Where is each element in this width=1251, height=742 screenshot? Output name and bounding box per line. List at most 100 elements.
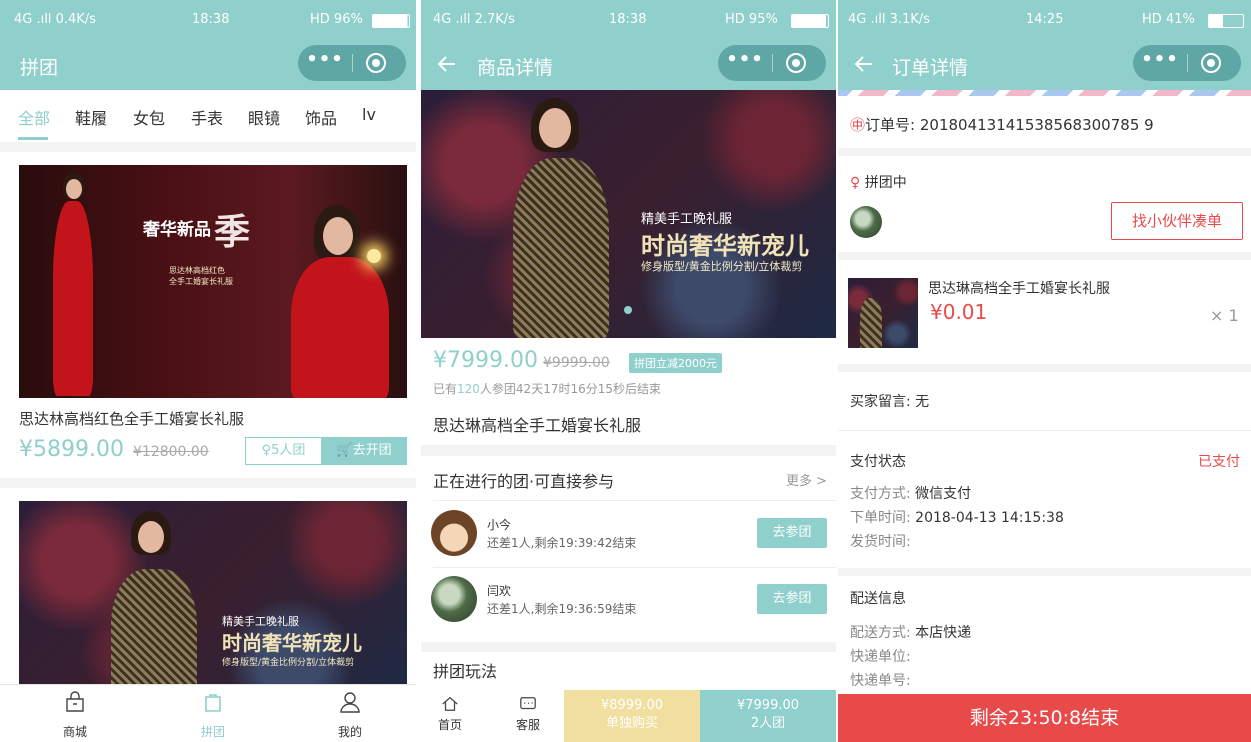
back-arrow-icon[interactable]: [437, 54, 457, 74]
tab-group[interactable]: 拼团: [163, 691, 263, 740]
back-arrow-icon[interactable]: [854, 54, 874, 74]
delivery-method-row: 配送方式: 本店快递: [850, 622, 971, 642]
lamp-glow: [367, 249, 381, 263]
signal-status: 4G .ıll 2.7K/s: [433, 12, 515, 27]
capsule-divider: [352, 54, 353, 72]
banner-main: 时尚奢华新宠儿: [222, 631, 362, 655]
rules-title: 拼团玩法: [433, 662, 498, 681]
group-progress: 已有120人参团42天17时16分15秒后结束: [433, 380, 661, 397]
menu-capsule[interactable]: •••: [718, 45, 826, 81]
tab-glasses[interactable]: 眼镜: [248, 105, 280, 129]
product-gallery[interactable]: 精美手工晚礼服 时尚奢华新宠儿 修身版型/黄金比例分割/立体裁剪: [421, 90, 836, 338]
banner-sub: 修身版型/黄金比例分割/立体裁剪: [641, 260, 803, 273]
open-group-button[interactable]: 🛒去开团: [321, 438, 407, 464]
group-status-text: 拼团中: [864, 175, 907, 191]
courier-label: 快递单位:: [850, 649, 911, 665]
more-groups-link[interactable]: 更多 >: [786, 470, 827, 489]
buy-solo-button[interactable]: ¥8999.00 单独购买: [564, 690, 700, 742]
invite-friends-button[interactable]: 找小伙伴凑单: [1111, 202, 1243, 240]
red-dress-figure: [53, 201, 93, 396]
tab-all[interactable]: 全部: [18, 105, 50, 129]
product-title: 思达琳高档全手工婚宴长礼服: [433, 416, 642, 435]
solo-price: ¥8999.00: [600, 698, 664, 713]
nav-bar: 拼团 •••: [0, 42, 416, 90]
joined-count: 120: [457, 382, 480, 396]
group-price: ¥5899.00: [19, 437, 124, 462]
product-card[interactable]: 奢华新品 季 思达林高档红色 全手工婚宴长礼服 思达林高档红色全手工婚宴长礼服 …: [0, 152, 416, 478]
group-remaining: 还差1人,剩余19:39:42结束: [487, 536, 637, 550]
lace-dress-figure: [860, 298, 882, 348]
open-group-button-group[interactable]: ♀5人团 🛒去开团: [245, 437, 407, 465]
delivery-method-label: 配送方式:: [850, 625, 911, 641]
group-size-text: 5人团: [271, 443, 306, 458]
product-detail-screen: 4G .ıll 2.7K/s 18:38 HD 95% 商品详情 ••• 精美手…: [421, 0, 836, 742]
service-button[interactable]: 客服: [503, 695, 553, 733]
order-time-label: 下单时间:: [850, 510, 911, 526]
join-group-button[interactable]: 去参团: [757, 518, 827, 548]
group-size-label: ♀5人团: [246, 438, 321, 464]
order-detail-screen: 4G .ıll 3.1K/s 14:25 HD 41% 订单详情 ••• ㊥订单…: [838, 0, 1251, 742]
signal-status: 4G .ıll 0.4K/s: [14, 12, 96, 27]
battery-icon: [372, 14, 410, 28]
clock: 18:38: [609, 12, 647, 27]
order-number-block: ㊥订单号: 20180413141538568300785 9: [838, 90, 1251, 148]
nav-bar: 订单详情 •••: [838, 42, 1251, 90]
tab-mine[interactable]: 我的: [300, 691, 400, 740]
group-buy-label: 2人团: [750, 716, 786, 731]
order-no-value: 20180413141538568300785 9: [919, 116, 1154, 134]
more-icon[interactable]: •••: [298, 45, 352, 81]
ship-time-label: 发货时间:: [850, 534, 911, 550]
tab-jewelry[interactable]: 饰品: [305, 105, 337, 129]
discount-tag: 拼团立减2000元: [629, 353, 722, 373]
buyer-message-row: 买家留言: 无: [850, 391, 929, 411]
close-target-icon[interactable]: [366, 53, 386, 73]
join-group-button[interactable]: 去参团: [757, 584, 827, 614]
menu-capsule[interactable]: •••: [1133, 45, 1241, 81]
tab-shop[interactable]: 商城: [25, 691, 125, 740]
group-icon: [205, 694, 221, 712]
payment-info: 支付状态 已支付 支付方式: 微信支付 下单时间: 2018-04-13 14:…: [838, 430, 1251, 568]
avatar: [431, 576, 477, 622]
cart-icon: 🛒: [336, 443, 353, 458]
avatar: [431, 510, 477, 556]
product-card-2[interactable]: 精美手工晚礼服 时尚奢华新宠儿 修身版型/黄金比例分割/立体裁剪: [0, 488, 416, 701]
more-icon[interactable]: •••: [1133, 45, 1187, 81]
tab-shoes[interactable]: 鞋履: [75, 105, 107, 129]
bottom-tab-bar: 商城 拼团 我的: [0, 684, 416, 742]
group-status: ♀ 拼团中: [850, 172, 907, 192]
home-button[interactable]: 首页: [425, 695, 475, 733]
banner-char: 季: [214, 211, 251, 253]
more-icon[interactable]: •••: [718, 45, 772, 81]
tab-watches[interactable]: 手表: [191, 105, 223, 129]
order-time-row: 下单时间: 2018-04-13 14:15:38: [850, 507, 1064, 527]
close-target-icon[interactable]: [1201, 53, 1221, 73]
item-quantity: × 1: [1210, 306, 1239, 325]
red-dress-figure-2: [291, 257, 389, 398]
product-banner-red-dress[interactable]: 奢华新品 季 思达林高档红色 全手工婚宴长礼服: [19, 165, 407, 398]
tab-lv[interactable]: lv: [362, 105, 376, 124]
order-time-value: 2018-04-13 14:15:38: [915, 510, 1064, 526]
rules-section[interactable]: 拼团玩法: [421, 652, 836, 692]
close-target-icon[interactable]: [786, 53, 806, 73]
banner-sub: 思达林高档红色 全手工婚宴长礼服: [169, 266, 233, 286]
group-buy-list-screen: 4G .ıll 0.4K/s 18:38 HD 96% 拼团 ••• 全部 鞋履…: [0, 0, 416, 742]
tab-bags[interactable]: 女包: [133, 105, 165, 129]
product-title[interactable]: 思达林高档红色全手工婚宴长礼服: [19, 408, 244, 429]
divider: [433, 500, 836, 501]
group-price: ¥7999.00: [433, 348, 538, 373]
order-item[interactable]: 思达琳高档全手工婚宴长礼服 ¥0.01 × 1: [838, 260, 1251, 364]
clock: 14:25: [1026, 12, 1064, 27]
capsule-divider: [772, 54, 773, 72]
battery-status: HD 96%: [310, 12, 363, 27]
pay-status-value: 已支付: [1198, 454, 1240, 470]
carousel-indicator[interactable]: [624, 306, 632, 314]
item-price: ¥0.01: [930, 300, 988, 324]
capsule-divider: [1187, 54, 1188, 72]
buy-group-button[interactable]: ¥7999.00 2人团: [700, 690, 836, 742]
service-label: 客服: [515, 718, 540, 732]
original-price: ¥12800.00: [133, 444, 209, 460]
price-info: ¥7999.00 ¥9999.00 拼团立减2000元 已有120人参团42天1…: [421, 338, 836, 445]
tab-shop-label: 商城: [62, 725, 87, 739]
menu-capsule[interactable]: •••: [298, 45, 406, 81]
product-banner-lace-dress[interactable]: 精美手工晚礼服 时尚奢华新宠儿 修身版型/黄金比例分割/立体裁剪: [19, 501, 407, 701]
